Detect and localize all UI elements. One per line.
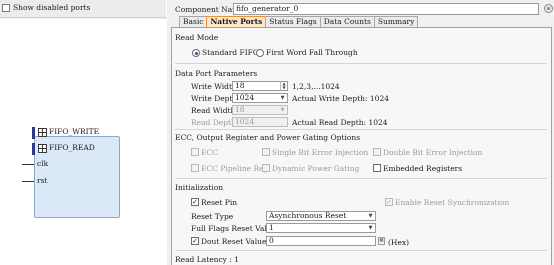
ecc-title: ECC, Output Register and Power Gating Op…: [175, 133, 361, 142]
read-width-select[interactable]: 18 ▼: [232, 105, 288, 115]
port-rst[interactable]: rst: [37, 176, 47, 185]
single-bit-checkbox[interactable]: [262, 148, 270, 156]
rst-port-line: [22, 181, 34, 182]
ecc-pipeline-checkbox[interactable]: [191, 164, 199, 172]
config-pane: Component Name fifo_generator_0 Basic Na…: [167, 0, 554, 265]
tab-summary[interactable]: Summary: [373, 16, 419, 27]
reset-pin-label: Reset Pin: [201, 198, 238, 207]
write-depth-label: Write Depth: [191, 94, 238, 103]
standard-fifo-radio[interactable]: [192, 49, 200, 57]
write-width-input[interactable]: 18 ▲ ▼: [232, 81, 288, 91]
write-depth-value: 1024: [235, 93, 255, 102]
expand-plus-icon[interactable]: [38, 128, 47, 137]
full-flags-reset-value: 1: [269, 223, 274, 232]
reset-type-label: Reset Type: [191, 212, 234, 221]
dout-reset-label: Dout Reset Value: [201, 237, 267, 246]
actual-read-depth: Actual Read Depth: 1024: [292, 118, 388, 127]
reset-type-value: Asynchronous Reset: [269, 211, 347, 220]
read-mode-title: Read Mode: [175, 33, 219, 42]
tab-data-counts[interactable]: Data Counts: [319, 16, 375, 27]
chevron-down-icon: ▼: [368, 225, 373, 231]
symbol-pane: Show disabled ports FIFO_WRITE FIFO_READ…: [0, 0, 166, 265]
write-depth-select[interactable]: 1024 ▼: [232, 93, 288, 103]
tab-bar: Basic Native Ports Status Flags Data Cou…: [179, 16, 419, 27]
read-depth-input[interactable]: 1024: [232, 117, 288, 127]
tab-native-ports[interactable]: Native Ports: [206, 16, 267, 27]
read-latency: Read Latency : 1: [175, 255, 239, 264]
read-width-label: Read Width: [191, 106, 236, 115]
port-clk[interactable]: clk: [37, 159, 48, 168]
component-name-input[interactable]: fifo_generator_0: [233, 3, 539, 15]
dout-reset-input[interactable]: 0: [266, 236, 376, 246]
read-depth-label: Read Depth: [191, 118, 236, 127]
chevron-down-icon: ▼: [280, 95, 285, 101]
embedded-registers-checkbox[interactable]: [373, 164, 381, 172]
full-flags-reset-label: Full Flags Reset Value: [191, 224, 276, 233]
native-ports-panel: Read Mode Standard FIFO First Word Fall …: [171, 27, 552, 265]
enable-reset-sync-checkbox[interactable]: [385, 198, 393, 206]
port-fifo-write[interactable]: FIFO_WRITE: [49, 127, 99, 136]
symbol-toolbar: Show disabled ports: [0, 0, 166, 18]
fwft-label: First Word Fall Through: [266, 48, 358, 57]
fifo-write-bus-marker: [32, 127, 35, 139]
single-bit-label: Single Bit Error Injection: [272, 148, 369, 157]
chevron-down-icon: ▼: [368, 213, 373, 219]
separator: [175, 129, 547, 130]
fifo-read-bus-marker: [32, 143, 35, 155]
fwft-radio[interactable]: [256, 49, 264, 57]
write-width-range: 1,2,3,...1024: [292, 82, 340, 91]
spinner-icon[interactable]: ▲ ▼: [280, 82, 287, 90]
dout-reset-checkbox[interactable]: [191, 237, 199, 245]
dynamic-power-checkbox[interactable]: [262, 164, 270, 172]
dynamic-power-label: Dynamic Power Gating: [272, 164, 360, 173]
enable-reset-sync-label: Enable Reset Synchronization: [395, 198, 510, 207]
hex-label: (Hex): [388, 238, 410, 247]
symbol-canvas: FIFO_WRITE FIFO_READ clk rst: [0, 19, 166, 265]
embedded-registers-label: Embedded Registers: [383, 164, 463, 173]
separator: [175, 63, 547, 64]
separator: [175, 178, 547, 179]
clk-port-line: [22, 164, 34, 165]
ecc-pipeline-label: ECC Pipeline Reg: [201, 164, 269, 173]
ecc-label: ECC: [201, 148, 218, 157]
reset-type-select[interactable]: Asynchronous Reset ▼: [266, 211, 376, 221]
chevron-down-icon: ▼: [280, 107, 285, 113]
double-bit-label: Double Bit Error Injection: [383, 148, 483, 157]
separator: [175, 250, 547, 251]
show-disabled-ports-label: Show disabled ports: [13, 3, 91, 12]
ecc-checkbox[interactable]: [191, 148, 199, 156]
expand-plus-icon[interactable]: [38, 144, 47, 153]
tab-status-flags[interactable]: Status Flags: [265, 16, 321, 27]
read-width-value: 18: [235, 105, 245, 114]
initialization-title: Initialization: [175, 183, 224, 192]
tab-basic[interactable]: Basic: [179, 16, 208, 27]
show-disabled-ports-checkbox[interactable]: [2, 4, 10, 12]
write-width-label: Write Width: [191, 82, 237, 91]
standard-fifo-label: Standard FIFO: [202, 48, 260, 57]
double-bit-checkbox[interactable]: [373, 148, 381, 156]
full-flags-reset-select[interactable]: 1 ▼: [266, 223, 376, 233]
actual-write-depth: Actual Write Depth: 1024: [292, 94, 390, 103]
clear-icon[interactable]: ⊗: [378, 237, 385, 245]
write-width-value: 18: [235, 81, 245, 90]
reset-pin-checkbox[interactable]: [191, 198, 199, 206]
port-fifo-read[interactable]: FIFO_READ: [49, 143, 95, 152]
data-port-title: Data Port Parameters: [175, 69, 258, 78]
settings-icon[interactable]: [544, 4, 553, 13]
